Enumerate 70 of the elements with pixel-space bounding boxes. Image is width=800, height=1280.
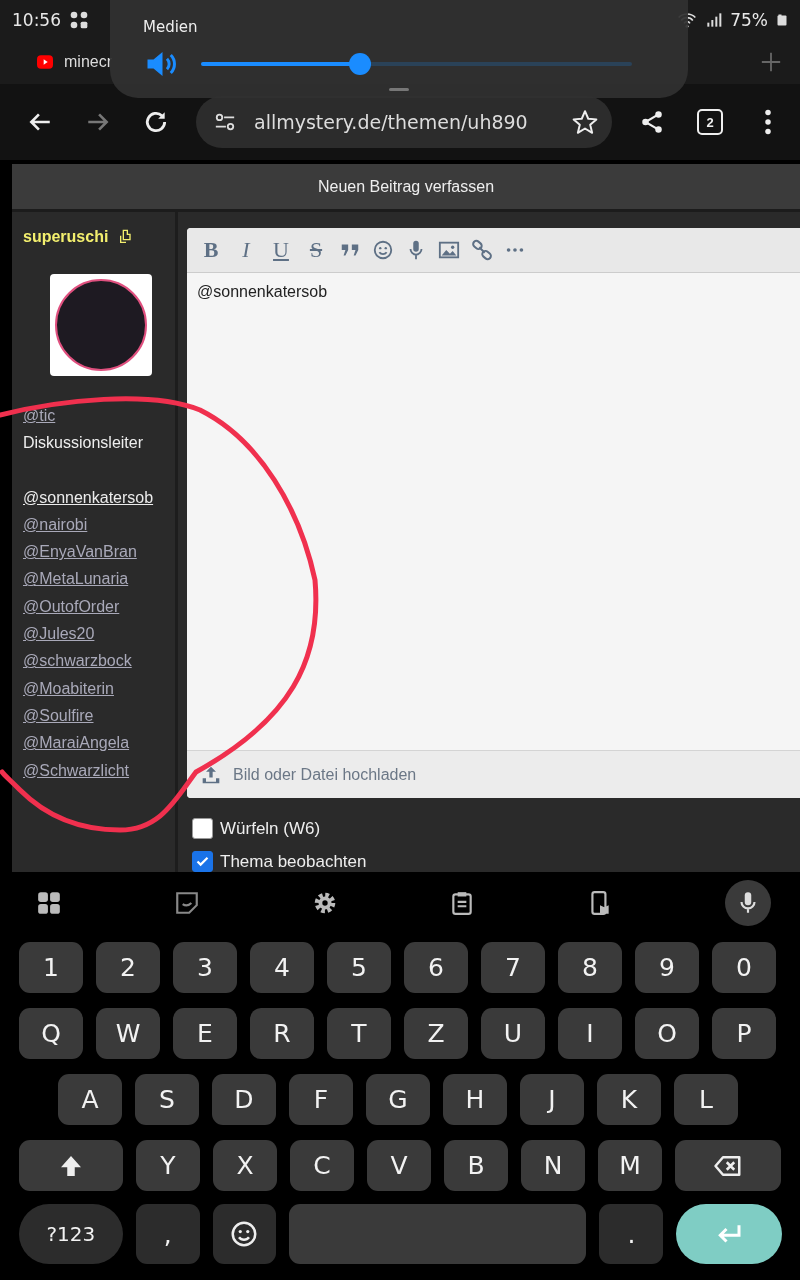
key[interactable]: 1 <box>19 942 83 993</box>
key[interactable]: 0 <box>712 942 776 993</box>
key[interactable]: V <box>367 1140 431 1191</box>
symbols-key[interactable]: ?123 <box>19 1204 123 1264</box>
key[interactable]: N <box>521 1140 585 1191</box>
url-text: allmystery.de/themen/uh890 <box>254 111 529 133</box>
checkbox-label: Würfeln (W6) <box>220 818 321 839</box>
address-bar[interactable]: allmystery.de/themen/uh890 <box>196 96 612 148</box>
key[interactable]: W <box>96 1008 160 1059</box>
key[interactable]: H <box>443 1074 507 1125</box>
key[interactable]: X <box>213 1140 277 1191</box>
mention-link[interactable]: @Moabiterin <box>23 674 175 702</box>
italic-button[interactable]: I <box>234 238 258 262</box>
key[interactable]: M <box>598 1140 662 1191</box>
key[interactable]: C <box>290 1140 354 1191</box>
key[interactable]: R <box>250 1008 314 1059</box>
strikethrough-button[interactable]: S <box>304 238 328 262</box>
key[interactable]: T <box>327 1008 391 1059</box>
key[interactable]: 3 <box>173 942 237 993</box>
key[interactable]: . <box>599 1204 664 1264</box>
key[interactable]: F <box>289 1074 353 1125</box>
username[interactable]: superuschi <box>23 228 109 246</box>
key[interactable]: U <box>481 1008 545 1059</box>
mention-link[interactable]: @MaraiAngela <box>23 729 175 757</box>
message-text: @sonnenkatersob <box>196 282 329 302</box>
mention-link[interactable]: @Schwarzlicht <box>23 756 175 784</box>
upload-bar[interactable]: Bild oder Datei hochladen <box>187 750 800 798</box>
mention-link[interactable]: @OutofOrder <box>23 592 175 621</box>
key[interactable]: P <box>712 1008 776 1059</box>
key[interactable]: B <box>444 1140 508 1191</box>
key[interactable]: Y <box>136 1140 200 1191</box>
checkbox-label: Thema beobachten <box>220 851 367 872</box>
clock-time: 10:56 <box>12 10 61 30</box>
key[interactable]: 9 <box>635 942 699 993</box>
key[interactable]: E <box>173 1008 237 1059</box>
key[interactable]: O <box>635 1008 699 1059</box>
key[interactable]: 6 <box>404 942 468 993</box>
key[interactable]: 4 <box>250 942 314 993</box>
key[interactable]: A <box>58 1074 122 1125</box>
underline-button[interactable]: U <box>269 238 293 262</box>
panel-label: Medien <box>143 18 199 36</box>
tab-switcher-button[interactable]: 2 <box>688 100 732 144</box>
bold-button[interactable]: B <box>199 238 223 262</box>
key[interactable]: S <box>135 1074 199 1125</box>
key[interactable]: Z <box>404 1008 468 1059</box>
battery-percent: 75% <box>730 10 768 30</box>
key[interactable]: Q <box>19 1008 83 1059</box>
key[interactable]: L <box>674 1074 738 1125</box>
mention-link[interactable]: @nairobi <box>23 510 175 539</box>
key[interactable]: I <box>558 1008 622 1059</box>
key[interactable]: 8 <box>558 942 622 993</box>
key[interactable]: D <box>212 1074 276 1125</box>
key[interactable]: 5 <box>327 942 391 993</box>
mention-link[interactable]: @MetaLunaria <box>23 565 175 593</box>
upload-label: Bild oder Datei hochladen <box>233 765 417 784</box>
key[interactable]: 2 <box>96 942 160 993</box>
key[interactable]: J <box>520 1074 584 1125</box>
mention-link[interactable]: @schwarzbock <box>23 647 175 675</box>
mention-link[interactable]: @sonnenkatersob <box>23 483 175 511</box>
mention-link[interactable]: @Soulfire <box>23 701 175 730</box>
key[interactable]: , <box>135 1204 200 1264</box>
role-label: Diskussionsleiter <box>23 433 145 454</box>
panel-title: Neuen Beitrag verfassen <box>12 164 800 212</box>
mention-link[interactable]: @Jules20 <box>23 620 175 648</box>
key[interactable]: 7 <box>481 942 545 993</box>
mention-link[interactable]: @EnyaVanBran <box>23 538 175 566</box>
key[interactable]: K <box>597 1074 661 1125</box>
key[interactable]: G <box>366 1074 430 1125</box>
editor-box[interactable]: B I U S @sonnenkatersob Bild oder Datei hochladen <box>187 228 800 798</box>
tab-title[interactable]: minecr <box>64 53 112 71</box>
